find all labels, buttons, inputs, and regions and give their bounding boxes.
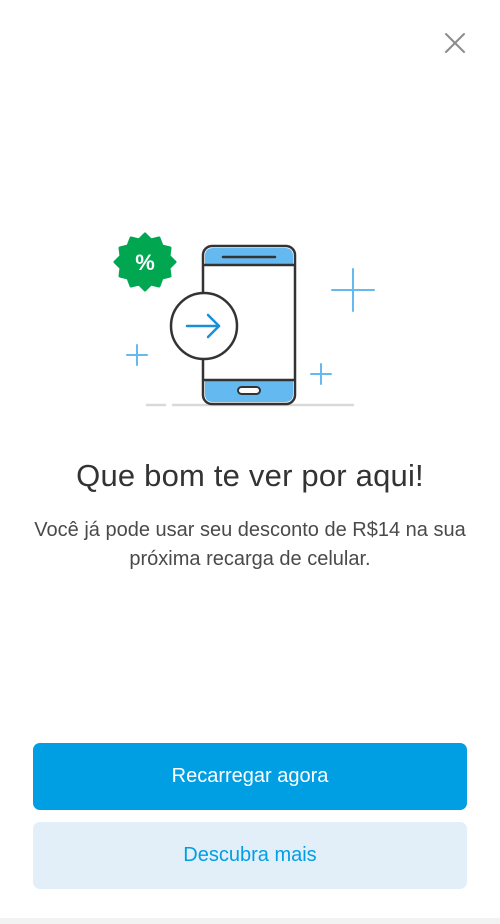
close-button[interactable] xyxy=(434,22,476,64)
recharge-now-button[interactable]: Recarregar agora xyxy=(33,743,467,810)
phone-recharge-illustration: % xyxy=(105,228,395,418)
page-title: Que bom te ver por aqui! xyxy=(76,458,424,493)
learn-more-button[interactable]: Descubra mais xyxy=(33,822,467,889)
percent-badge-icon: % xyxy=(113,232,177,292)
discount-message: Você já pode usar seu desconto de R$14 n… xyxy=(34,519,466,570)
arrow-right-icon xyxy=(169,291,239,361)
bottom-divider xyxy=(0,918,500,924)
percent-badge-text: % xyxy=(135,250,155,275)
sparkle-icon xyxy=(310,363,332,385)
sparkle-icon xyxy=(331,268,375,312)
close-icon xyxy=(445,33,465,53)
sparkle-icon xyxy=(126,344,148,366)
